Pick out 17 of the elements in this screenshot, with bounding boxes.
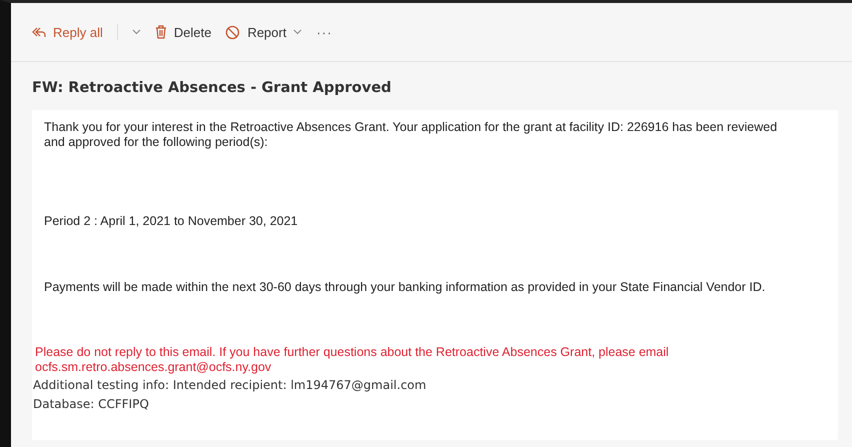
body-paragraph: Payments will be made within the next 30-60 days through your banking information as provided in your State Financial Vendor ID. [44, 280, 766, 295]
caret-icon[interactable] [293, 29, 302, 35]
prohibited-icon [225, 24, 240, 40]
reply-all-icon [32, 26, 46, 38]
delete-button[interactable]: Delete [154, 24, 212, 40]
reply-all-button[interactable]: Reply all [32, 24, 103, 40]
report-button[interactable]: Report [225, 24, 302, 40]
trash-icon [154, 25, 167, 39]
body-paragraph: Period 2 : April 1, 2021 to November 30, 2021 [44, 214, 299, 229]
body-paragraph: Thank you for your interest in the Retroactive Absences Grant. Your application for the grant at facility ID: 226916 has been reviewed and approved for the following period(s): [44, 120, 778, 150]
email-link[interactable]: ocfs.sm.retro.absences.grant@ocfs.ny.gov [35, 360, 272, 374]
footer-line: Additional testing info: Intended recipient: lm194767@gmail.com [33, 377, 428, 394]
warning-notice: Please do not reply to this email. If you have further questions about the Retroactive Absences Grant, please email [35, 345, 670, 360]
footer-line: Database: CCFFIPQ [33, 396, 150, 413]
email-subject: FW: Retroactive Absences - Grant Approved [32, 80, 392, 96]
caret-icon[interactable] [132, 29, 141, 35]
more-button[interactable]: ··· [316, 24, 332, 40]
